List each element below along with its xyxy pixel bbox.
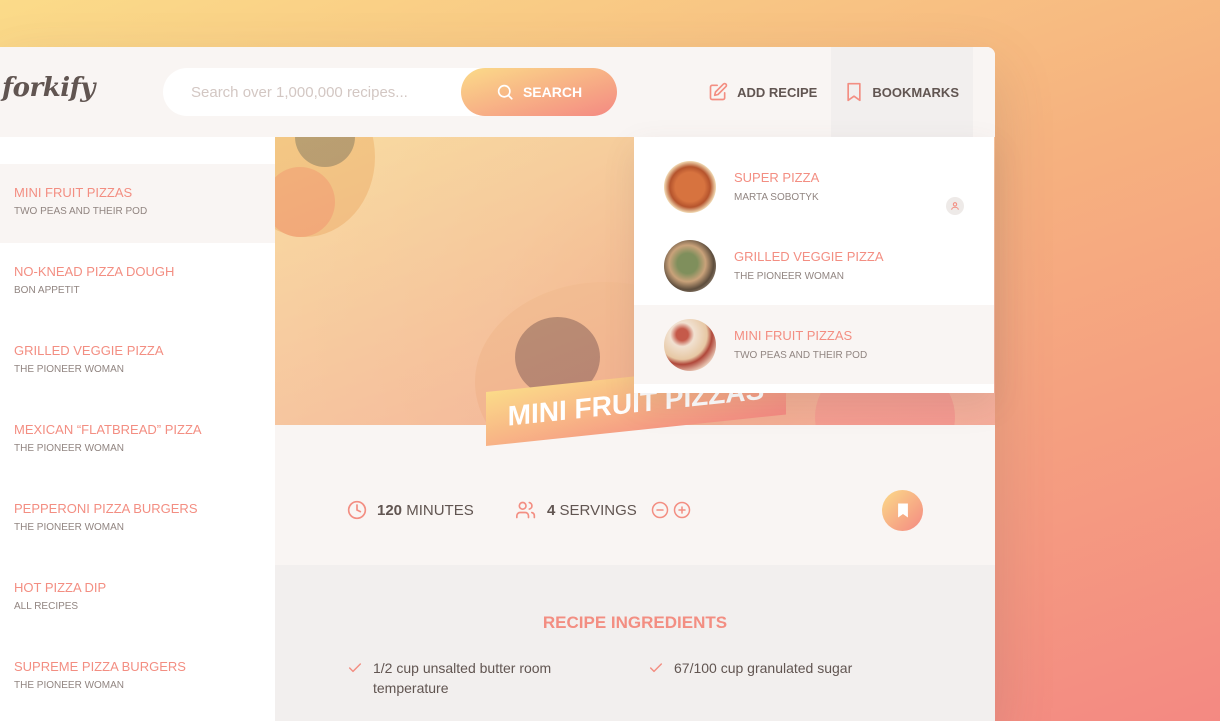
bookmark-item[interactable]: GRILLED VEGGIE PIZZA THE PIONEER WOMAN <box>634 226 994 305</box>
result-title: PEPPERONI PIZZA BURGERS <box>14 501 198 516</box>
result-publisher: ALL RECIPES <box>14 601 79 612</box>
bookmark-item[interactable]: SUPER PIZZA MARTA SOBOTYK <box>634 147 994 226</box>
search-input[interactable] <box>191 80 451 104</box>
result-title: SUPREME PIZZA BURGERS <box>14 659 186 674</box>
bookmark-publisher: TWO PEAS AND THEIR POD <box>734 350 868 361</box>
result-publisher: THE PIONEER WOMAN <box>14 364 125 375</box>
add-recipe-button[interactable]: ADD RECIPE <box>694 47 831 137</box>
result-item[interactable]: MINI FRUIT PIZZAS TWO PEAS AND THEIR POD <box>0 164 275 243</box>
result-publisher: BON APPETIT <box>14 285 80 296</box>
cooking-minutes: 120 <box>377 501 403 519</box>
bookmark-thumbnail <box>664 161 716 213</box>
servings-label: SERVINGS <box>559 501 637 519</box>
result-item[interactable]: HOT PIZZA DIP ALL RECIPES <box>0 559 275 638</box>
bookmark-publisher: THE PIONEER WOMAN <box>734 271 845 282</box>
bookmarks-dropdown: SUPER PIZZA MARTA SOBOTYK GRILLED VEGGIE… <box>634 137 994 393</box>
result-title: GRILLED VEGGIE PIZZA <box>14 343 164 358</box>
header: forkify SEARCH ADD RECIPE <box>0 47 995 137</box>
bookmark-title: SUPER PIZZA <box>734 170 820 185</box>
recipe-ingredients: RECIPE INGREDIENTS 1/2 cup unsalted butt… <box>275 565 995 721</box>
bookmarks-button[interactable]: BOOKMARKS <box>831 47 973 137</box>
result-publisher: TWO PEAS AND THEIR POD <box>14 206 148 217</box>
search-button[interactable]: SEARCH <box>461 68 617 116</box>
result-item[interactable]: SUPREME PIZZA BURGERS THE PIONEER WOMAN <box>0 638 275 717</box>
recipe-info-time: 120 MINUTES <box>347 500 474 520</box>
ingredient-item: 1/2 cup unsalted butter room temperature <box>347 658 577 698</box>
bookmark-icon <box>847 82 861 102</box>
bookmark-title: MINI FRUIT PIZZAS <box>734 328 853 343</box>
result-item[interactable]: PEPPERONI PIZZA BURGERS THE PIONEER WOMA… <box>0 480 275 559</box>
result-title: HOT PIZZA DIP <box>14 580 107 595</box>
bookmark-thumbnail <box>664 240 716 292</box>
search-form: SEARCH <box>163 68 617 116</box>
logo[interactable]: forkify <box>2 73 95 103</box>
check-icon <box>348 663 362 673</box>
bookmark-fill-icon <box>897 503 908 518</box>
minutes-label: MINUTES <box>406 501 474 519</box>
ingredient-text: 67/100 cup granulated sugar <box>674 660 853 676</box>
result-item[interactable]: GRILLED VEGGIE PIZZA THE PIONEER WOMAN <box>0 322 275 401</box>
bookmark-item[interactable]: MINI FRUIT PIZZAS TWO PEAS AND THEIR POD <box>634 305 994 384</box>
bookmark-thumbnail <box>664 319 716 371</box>
check-icon <box>649 663 663 673</box>
ingredient-text: 1/2 cup unsalted butter room temperature <box>373 660 552 696</box>
search-icon <box>497 84 513 100</box>
result-title: MINI FRUIT PIZZAS <box>14 185 133 200</box>
result-title: NO-KNEAD PIZZA DOUGH <box>14 264 175 279</box>
result-publisher: THE PIONEER WOMAN <box>14 522 125 533</box>
ingredient-item: 67/100 cup granulated sugar <box>648 658 948 678</box>
nav: ADD RECIPE BOOKMARKS <box>694 47 973 137</box>
bookmark-recipe-button[interactable] <box>882 490 923 531</box>
servings-count: 4 <box>547 501 556 519</box>
result-publisher: THE PIONEER WOMAN <box>14 680 125 691</box>
recipe-info-servings: 4 SERVINGS <box>515 500 691 520</box>
result-item[interactable]: MEXICAN “FLATBREAD” PIZZA THE PIONEER WO… <box>0 401 275 480</box>
clock-icon <box>347 500 367 520</box>
increase-servings-icon[interactable] <box>673 501 691 519</box>
decrease-servings-icon[interactable] <box>651 501 669 519</box>
result-item[interactable]: NO-KNEAD PIZZA DOUGH BON APPETIT <box>0 243 275 322</box>
ingredients-heading: RECIPE INGREDIENTS <box>542 613 728 632</box>
add-recipe-label: ADD RECIPE <box>737 84 818 100</box>
edit-icon <box>709 82 728 101</box>
bookmark-title: GRILLED VEGGIE PIZZA <box>734 249 884 264</box>
search-button-label: SEARCH <box>522 84 583 100</box>
users-icon <box>515 501 536 519</box>
bookmark-publisher: MARTA SOBOTYK <box>734 192 819 203</box>
search-results: MINI FRUIT PIZZAS TWO PEAS AND THEIR POD… <box>0 137 275 721</box>
result-publisher: THE PIONEER WOMAN <box>14 443 125 454</box>
recipe-details: 120 MINUTES 4 SERVINGS <box>275 425 995 565</box>
user-generated-icon <box>946 197 964 215</box>
bookmarks-label: BOOKMARKS <box>872 84 959 100</box>
result-title: MEXICAN “FLATBREAD” PIZZA <box>14 422 202 437</box>
